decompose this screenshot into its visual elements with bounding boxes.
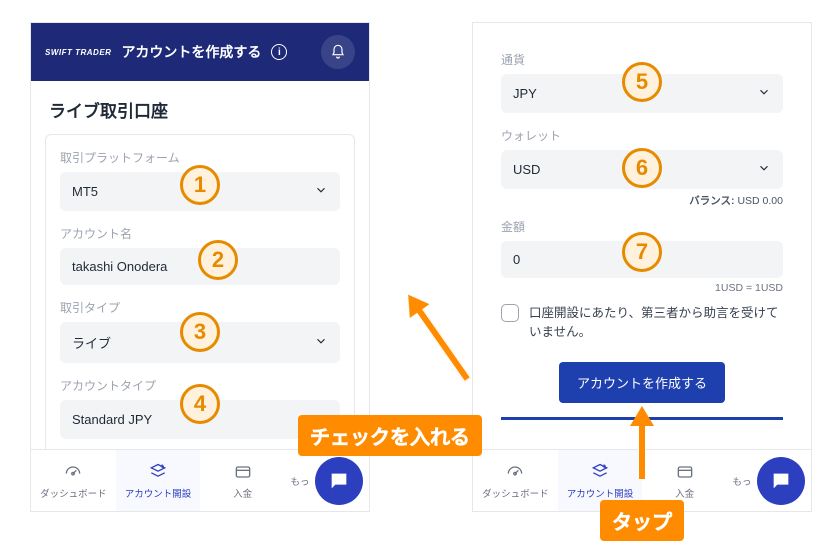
brand-logo: SWIFT TRADER xyxy=(45,48,111,57)
platform-value: MT5 xyxy=(72,184,98,199)
gauge-icon xyxy=(63,462,83,482)
tab-label: ダッシュボード xyxy=(40,486,107,500)
wallet-label: ウォレット xyxy=(501,127,783,144)
tab-label: 入金 xyxy=(675,486,694,500)
tab-more[interactable]: もっ xyxy=(727,474,757,488)
annotation-step-3: 3 xyxy=(180,312,220,352)
account-name-label: アカウント名 xyxy=(60,225,340,242)
chevron-down-icon xyxy=(314,334,328,351)
annotation-step-6: 6 xyxy=(622,148,662,188)
chevron-down-icon xyxy=(314,183,328,200)
header-title: アカウントを作成する xyxy=(121,42,261,62)
annotation-arrow-check xyxy=(413,304,471,382)
tab-deposit[interactable]: 入金 xyxy=(200,462,285,500)
annotation-step-5: 5 xyxy=(622,62,662,102)
tab-dashboard[interactable]: ダッシュボード xyxy=(473,462,558,500)
annotation-step-7: 7 xyxy=(622,232,662,272)
chevron-down-icon xyxy=(757,161,771,178)
info-icon[interactable]: i xyxy=(271,44,287,60)
notification-button[interactable] xyxy=(321,35,355,69)
agreement-checkbox[interactable] xyxy=(501,304,519,322)
account-type-value: Standard JPY xyxy=(72,412,152,427)
chat-icon xyxy=(328,470,350,492)
wallet-value: USD xyxy=(513,162,540,177)
bottom-tab-bar: ダッシュボード アカウント開設 入金 もっ xyxy=(31,449,369,511)
chevron-down-icon xyxy=(757,85,771,102)
platform-label: 取引プラットフォーム xyxy=(60,149,340,166)
wallet-icon xyxy=(675,462,695,482)
chat-fab[interactable] xyxy=(315,457,363,505)
annotation-check-hint: チェックを入れる xyxy=(298,415,482,456)
annotation-step-2: 2 xyxy=(198,240,238,280)
section-title: ライブ取引口座 xyxy=(31,81,369,134)
annotation-arrow-tap xyxy=(638,420,646,480)
tab-deposit[interactable]: 入金 xyxy=(642,462,727,500)
balance-line: バランス: USD 0.00 xyxy=(501,193,783,208)
tab-account-open[interactable]: アカウント開設 xyxy=(116,450,201,511)
tab-label: ダッシュボード xyxy=(482,486,549,500)
tab-label: もっ xyxy=(291,474,310,488)
tab-label: もっ xyxy=(733,474,752,488)
chat-fab[interactable] xyxy=(757,457,805,505)
bell-icon xyxy=(330,44,346,60)
account-name-value: takashi Onodera xyxy=(72,259,167,274)
amount-value: 0 xyxy=(513,252,520,267)
exchange-rate: 1USD = 1USD xyxy=(501,282,783,294)
annotation-tap-hint: タップ xyxy=(600,500,684,541)
top-bar: SWIFT TRADER アカウントを作成する i xyxy=(31,23,369,81)
agreement-row: 口座開設にあたり、第三者から助言を受けていません。 xyxy=(501,304,783,342)
trade-type-value: ライブ xyxy=(72,333,111,352)
create-account-button[interactable]: アカウントを作成する xyxy=(559,362,725,403)
layers-plus-icon xyxy=(148,462,168,482)
gauge-icon xyxy=(505,462,525,482)
annotation-step-1: 1 xyxy=(180,165,220,205)
tab-label: 入金 xyxy=(233,486,252,500)
tab-label: アカウント開設 xyxy=(567,486,634,500)
tab-more[interactable]: もっ xyxy=(285,474,315,488)
wallet-icon xyxy=(233,462,253,482)
chat-icon xyxy=(770,470,792,492)
currency-value: JPY xyxy=(513,86,537,101)
layers-plus-icon xyxy=(590,462,610,482)
tab-dashboard[interactable]: ダッシュボード xyxy=(31,462,116,500)
agreement-text: 口座開設にあたり、第三者から助言を受けていません。 xyxy=(529,304,783,342)
annotation-step-4: 4 xyxy=(180,384,220,424)
tab-label: アカウント開設 xyxy=(125,486,192,500)
